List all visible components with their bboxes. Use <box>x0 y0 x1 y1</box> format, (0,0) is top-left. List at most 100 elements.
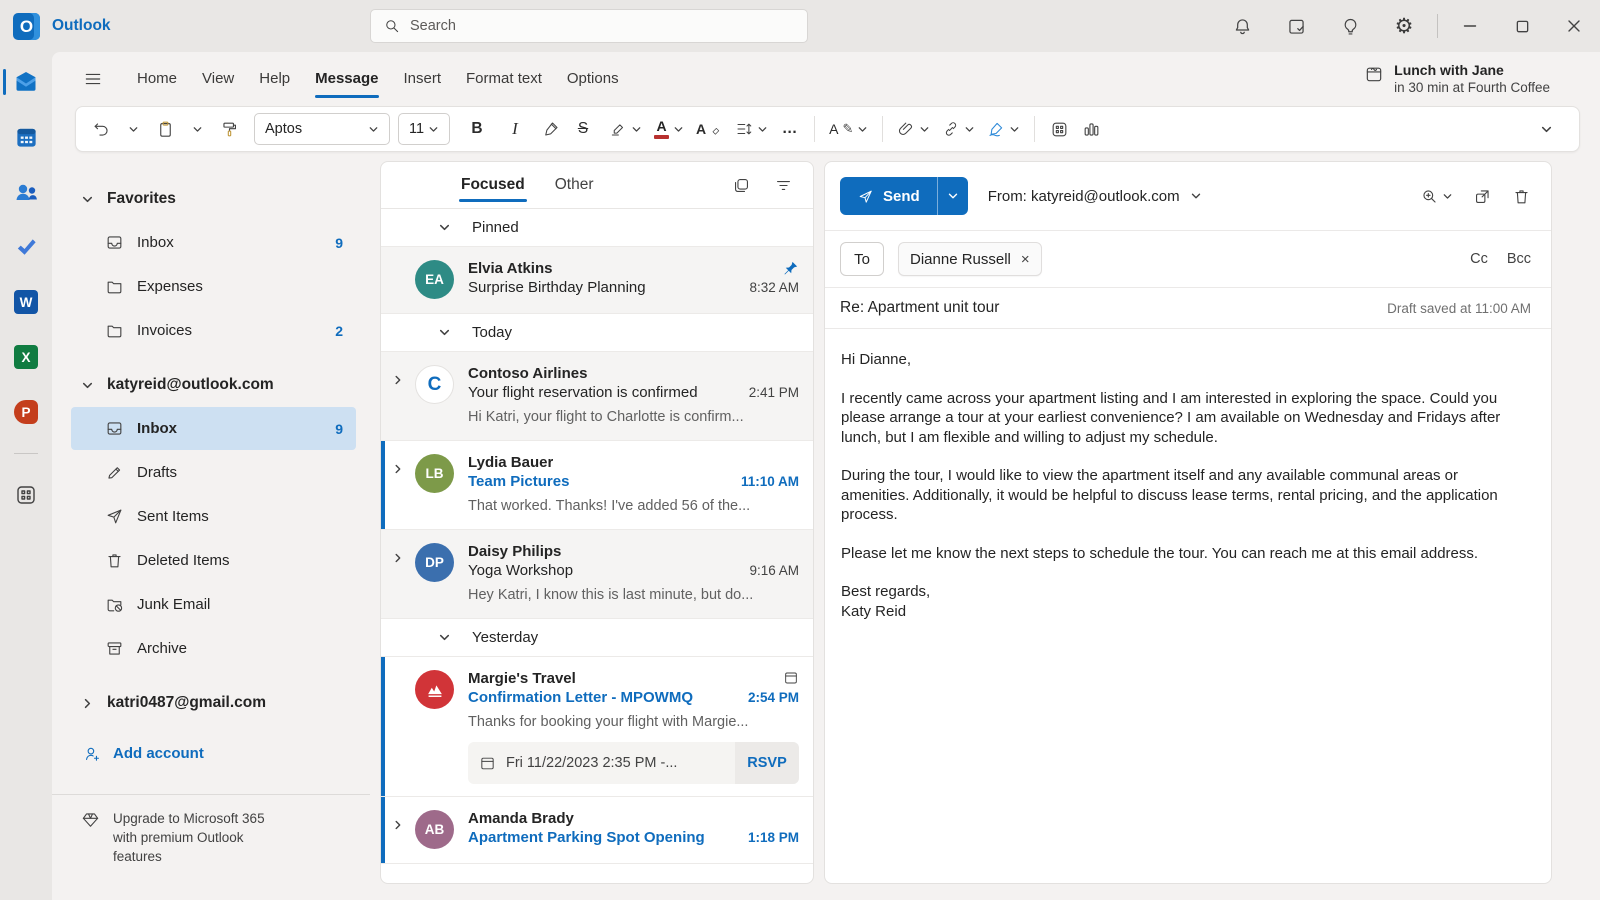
my-day-checklist-icon[interactable] <box>1269 0 1323 52</box>
minimize-icon[interactable] <box>1444 0 1496 52</box>
sidebar-item-expenses[interactable]: Expenses <box>71 265 356 308</box>
expand-chevron-icon[interactable] <box>392 463 404 475</box>
paste-dropdown-chevron-icon[interactable] <box>182 112 212 146</box>
tab-view[interactable]: View <box>200 52 236 105</box>
folder-label: Inbox <box>137 234 174 251</box>
tab-home[interactable]: Home <box>135 52 179 105</box>
tab-other[interactable]: Other <box>553 162 596 208</box>
excel-icon[interactable]: X <box>0 343 52 371</box>
favorites-section-header[interactable]: Favorites <box>52 177 370 221</box>
pen-icon[interactable] <box>536 112 566 146</box>
account-gmail-header[interactable]: katri0487@gmail.com <box>52 681 370 725</box>
tab-help[interactable]: Help <box>257 52 292 105</box>
group-header-yesterday[interactable]: Yesterday <box>381 619 813 657</box>
tab-options[interactable]: Options <box>565 52 621 105</box>
sidebar-item-invoices[interactable]: Invoices 2 <box>71 309 356 352</box>
zoom-control[interactable] <box>1420 187 1453 206</box>
link-icon[interactable] <box>937 112 980 146</box>
people-icon[interactable] <box>0 178 52 206</box>
styles-icon[interactable]: A ✎ <box>824 112 873 146</box>
search-input[interactable]: Search <box>370 9 808 43</box>
clear-format-icon[interactable]: A <box>691 112 728 146</box>
sidebar-item-favorites-inbox[interactable]: Inbox 9 <box>71 221 356 264</box>
open-new-window-icon[interactable] <box>1473 187 1492 206</box>
sidebar-item-drafts[interactable]: Drafts <box>71 451 356 494</box>
calendar-reminder[interactable]: Lunch with Jane in 30 min at Fourth Coff… <box>1364 62 1580 96</box>
highlight-icon[interactable] <box>604 112 647 146</box>
maximize-icon[interactable] <box>1496 0 1548 52</box>
tab-message[interactable]: Message <box>313 52 380 105</box>
tab-format-text[interactable]: Format text <box>464 52 544 105</box>
sidebar-item-deleted-items[interactable]: Deleted Items <box>71 539 356 582</box>
notifications-bell-icon[interactable] <box>1215 0 1269 52</box>
more-apps-grid-icon[interactable] <box>0 481 52 509</box>
expand-chevron-icon[interactable] <box>1531 112 1561 146</box>
message-row-contoso-airlines[interactable]: C Contoso Airlines Your flight reservati… <box>381 352 813 441</box>
message-time: 2:41 PM <box>748 385 799 400</box>
signature-pen-icon[interactable] <box>982 112 1025 146</box>
settings-gear-icon[interactable]: ⚙ <box>1377 0 1431 52</box>
sidebar-item-inbox[interactable]: Inbox 9 <box>71 407 356 450</box>
tab-focused[interactable]: Focused <box>459 162 527 208</box>
line-spacing-icon[interactable] <box>730 112 773 146</box>
expand-chevron-icon[interactable] <box>392 552 404 564</box>
sidebar-item-archive[interactable]: Archive <box>71 627 356 670</box>
format-painter-icon[interactable] <box>214 112 244 146</box>
group-header-pinned[interactable]: Pinned <box>381 209 813 247</box>
cc-button[interactable]: Cc <box>1470 251 1488 267</box>
rsvp-button[interactable]: RSVP <box>735 742 799 784</box>
select-messages-icon[interactable] <box>725 169 757 201</box>
word-icon[interactable]: W <box>0 288 52 316</box>
group-header-today[interactable]: Today <box>381 314 813 352</box>
font-family-select[interactable]: Aptos <box>254 113 390 145</box>
from-selector[interactable]: From: katyreid@outlook.com <box>988 188 1202 205</box>
chart-icon[interactable] <box>1076 112 1106 146</box>
strikethrough-button[interactable]: S <box>568 112 598 146</box>
add-account-button[interactable]: Add account <box>52 731 370 775</box>
subject-input[interactable]: Re: Apartment unit tour <box>840 299 999 317</box>
font-size-select[interactable]: 11 <box>398 113 450 145</box>
italic-button[interactable]: I <box>500 112 530 146</box>
outlook-logo-icon: O <box>13 12 40 40</box>
send-options-chevron-icon[interactable] <box>936 177 968 215</box>
message-row-elvia-atkins[interactable]: EA Elvia Atkins Surprise Birthday Planni… <box>381 247 813 314</box>
recipient-chip[interactable]: Dianne Russell × <box>898 242 1042 276</box>
more-options-button[interactable]: … <box>775 112 805 146</box>
to-button[interactable]: To <box>840 242 884 276</box>
remove-recipient-icon[interactable]: × <box>1021 251 1030 268</box>
powerpoint-icon[interactable]: P <box>0 398 52 426</box>
close-icon[interactable] <box>1548 0 1600 52</box>
bcc-button[interactable]: Bcc <box>1507 251 1531 267</box>
paste-clipboard-icon[interactable] <box>150 112 180 146</box>
tab-insert[interactable]: Insert <box>402 52 444 105</box>
font-color-icon[interactable]: A <box>649 112 689 146</box>
message-body-editor[interactable]: Hi Dianne, I recently came across your a… <box>825 329 1551 883</box>
folder-label: Deleted Items <box>137 552 230 569</box>
expand-chevron-icon[interactable] <box>392 819 404 831</box>
bold-button[interactable]: B <box>462 112 492 146</box>
filter-icon[interactable] <box>767 169 799 201</box>
attach-paperclip-icon[interactable] <box>892 112 935 146</box>
expand-chevron-icon[interactable] <box>392 374 404 386</box>
message-row-daisy-philips[interactable]: DP Daisy Philips Yoga Workshop 9:16 AM H… <box>381 530 813 619</box>
draft-saved-status: Draft saved at 11:00 AM <box>1387 300 1531 316</box>
send-button[interactable]: Send <box>840 177 937 215</box>
tips-lightbulb-icon[interactable] <box>1323 0 1377 52</box>
apps-grid-icon[interactable] <box>1044 112 1074 146</box>
undo-dropdown-chevron-icon[interactable] <box>118 112 148 146</box>
account-outlook-header[interactable]: katyreid@outlook.com <box>52 363 370 407</box>
sidebar-item-junk-email[interactable]: Junk Email <box>71 583 356 626</box>
sidebar-item-sent-items[interactable]: Sent Items <box>71 495 356 538</box>
calendar-icon[interactable] <box>0 123 52 151</box>
undo-icon[interactable] <box>86 112 116 146</box>
message-row-margies-travel[interactable]: Margie's Travel Confirmation Letter - MP… <box>381 657 813 797</box>
delete-trash-icon[interactable] <box>1512 187 1531 206</box>
message-row-amanda-brady[interactable]: AB Amanda Brady Apartment Parking Spot O… <box>381 797 813 864</box>
folder-label: Drafts <box>137 464 178 481</box>
sender-name: Daisy Philips <box>468 542 562 560</box>
upgrade-banner[interactable]: Upgrade to Microsoft 365 with premium Ou… <box>52 794 370 884</box>
mail-icon[interactable] <box>0 68 52 96</box>
hamburger-menu-icon[interactable] <box>76 62 110 96</box>
todo-check-icon[interactable] <box>0 233 52 261</box>
message-row-lydia-bauer[interactable]: LB Lydia Bauer Team Pictures 11:10 AM Th… <box>381 441 813 530</box>
